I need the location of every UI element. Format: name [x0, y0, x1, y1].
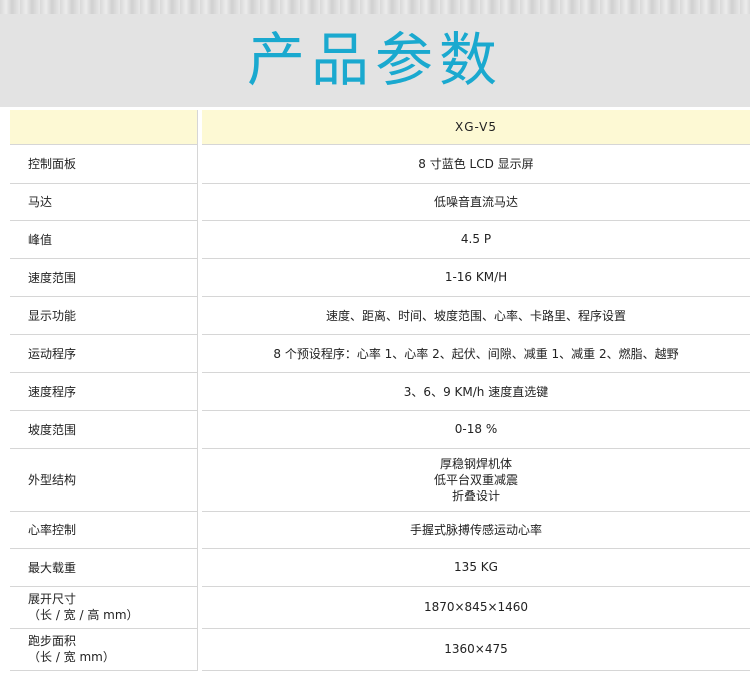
spec-value: 8 个预设程序：心率 1、心率 2、起伏、间隙、减重 1、减重 2、燃脂、越野 [200, 334, 750, 373]
spec-label-line: （长 / 宽 / 高 mm） [28, 608, 139, 622]
spec-value: 3、6、9 KM/h 速度直选键 [200, 372, 750, 411]
spec-value: 0-18 % [200, 410, 750, 449]
table-row: 速度程序 3、6、9 KM/h 速度直选键 [10, 372, 750, 411]
spec-label: 坡度范围 [10, 410, 202, 449]
spec-label-line: （长 / 宽 mm） [28, 650, 115, 664]
table-row: 运动程序 8 个预设程序：心率 1、心率 2、起伏、间隙、减重 1、减重 2、燃… [10, 334, 750, 373]
spec-value: 手握式脉搏传感运动心率 [200, 511, 750, 549]
spec-value: 1360×475 [200, 628, 750, 671]
spec-label: 马达 [10, 183, 202, 221]
spec-value: 8 寸蓝色 LCD 显示屏 [200, 144, 750, 184]
spec-label-line: 展开尺寸 [28, 592, 77, 606]
table-row: 最大载重 135 KG [10, 548, 750, 587]
table-row: 外型结构 厚稳钢焊机体 低平台双重减震 折叠设计 [10, 448, 750, 512]
spec-label: 显示功能 [10, 296, 202, 335]
spec-label: 速度程序 [10, 372, 202, 411]
spec-label: 速度范围 [10, 258, 202, 297]
table-row: 跑步面积 （长 / 宽 mm） 1360×475 [10, 628, 750, 671]
decorative-strip [0, 0, 750, 14]
spec-value: 速度、距离、时间、坡度范围、心率、卡路里、程序设置 [200, 296, 750, 335]
model-label [10, 110, 202, 145]
spec-table: XG-V5 控制面板 8 寸蓝色 LCD 显示屏 马达 低噪音直流马达 峰值 4… [10, 110, 750, 671]
page-title: 产品参数 [246, 26, 503, 94]
spec-value: 1870×845×1460 [200, 586, 750, 629]
spec-label: 控制面板 [10, 144, 202, 184]
spec-value: 135 KG [200, 548, 750, 587]
spec-value-multiline: 厚稳钢焊机体 低平台双重减震 折叠设计 [200, 448, 750, 512]
model-row: XG-V5 [10, 110, 750, 145]
table-row: 展开尺寸 （长 / 宽 / 高 mm） 1870×845×1460 [10, 586, 750, 629]
table-row: 速度范围 1-16 KM/H [10, 258, 750, 297]
table-row: 马达 低噪音直流马达 [10, 183, 750, 221]
spec-label: 心率控制 [10, 511, 202, 549]
table-row: 峰值 4.5 P [10, 220, 750, 259]
spec-label-multiline: 跑步面积 （长 / 宽 mm） [10, 628, 202, 671]
model-value: XG-V5 [200, 110, 750, 145]
table-row: 心率控制 手握式脉搏传感运动心率 [10, 511, 750, 549]
spec-label-line: 跑步面积 [28, 634, 77, 648]
spec-value-line: 折叠设计 [451, 488, 500, 503]
spec-label: 峰值 [10, 220, 202, 259]
spec-label-multiline: 展开尺寸 （长 / 宽 / 高 mm） [10, 586, 202, 629]
table-row: 显示功能 速度、距离、时间、坡度范围、心率、卡路里、程序设置 [10, 296, 750, 335]
spec-value: 4.5 P [200, 220, 750, 259]
spec-label: 最大载重 [10, 548, 202, 587]
table-row: 坡度范围 0-18 % [10, 410, 750, 449]
spec-value-line: 低平台双重减震 [433, 472, 518, 487]
spec-label: 外型结构 [10, 448, 202, 512]
spec-value-line: 厚稳钢焊机体 [439, 456, 512, 471]
spec-value: 低噪音直流马达 [200, 183, 750, 221]
spec-label: 运动程序 [10, 334, 202, 373]
table-row: 控制面板 8 寸蓝色 LCD 显示屏 [10, 144, 750, 184]
header-banner: 产品参数 [0, 0, 750, 107]
spec-value: 1-16 KM/H [200, 258, 750, 297]
